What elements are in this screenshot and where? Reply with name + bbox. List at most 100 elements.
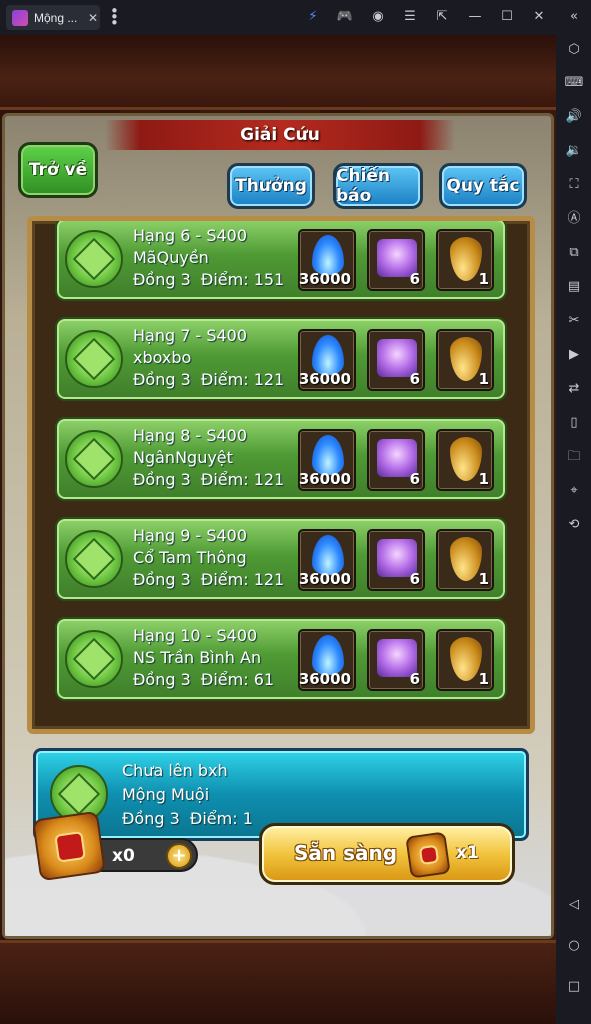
blue-flame-icon [312,235,344,275]
reward-drop-slot[interactable]: 1 [436,429,494,491]
tab-battle-report[interactable]: Chiến báo [333,163,423,209]
player-name: Cổ Tam Thông [133,548,247,567]
points-label: Điểm: [200,470,249,489]
folder-icon[interactable]: 🗀 [564,447,584,467]
reward-chest-count: 6 [409,370,420,388]
reward-chest-slot[interactable]: 6 [367,529,425,591]
tab-rewards[interactable]: Thưởng [227,163,315,209]
reward-drop-count: 1 [478,370,489,388]
tier-label: Đồng 3 [133,570,191,589]
ranking-row[interactable]: Hạng 9 - S400 Cổ Tam Thông Đồng 3 Điểm: … [55,517,507,601]
ready-label: Sẵn sàng [294,841,398,865]
reward-drop-slot[interactable]: 1 [436,229,494,291]
ranking-row[interactable]: Hạng 8 - S400 NgânNguyệt Đồng 3 Điểm: 12… [55,417,507,501]
ready-button[interactable]: Sẵn sàng x1 [259,823,515,885]
reward-flame-slot[interactable]: 36000 [298,229,356,291]
ranking-list[interactable]: Hạng 6 - S400 MãQuyền Đồng 3 Điểm: 151 3… [27,216,535,734]
rank-emblem-icon [65,330,123,388]
reward-chest-slot[interactable]: 6 [367,229,425,291]
ranking-row[interactable]: Hạng 7 - S400 xboxbo Đồng 3 Điểm: 121 36… [55,317,507,401]
tier-label: Đồng 3 [133,370,191,389]
emulator-sidebar: ⬡ ⌨ 🔊 🔉 ⛶ Ⓐ ⧉ ▤ ✂ ▶ ⇄ ▯ 🗀 ⌖ ⟲ ◁ ○ □ [556,35,591,1024]
more-options-icon[interactable]: • • • [110,4,119,31]
add-ticket-button[interactable]: + [166,843,192,869]
rank-label: Hạng 8 - S400 [133,426,248,445]
golden-drop-icon [450,637,482,681]
reward-chest-count: 6 [409,570,420,588]
rank-emblem-icon [65,630,123,688]
tab-rules[interactable]: Quy tắc [439,163,527,209]
close-icon[interactable]: ✕ [530,8,548,26]
golden-drop-icon [450,237,482,281]
player-name: MãQuyền [133,248,209,267]
fullscreen-icon[interactable]: ⛶ [564,175,584,195]
gamepad-icon[interactable]: 🎮 [336,8,354,26]
account-icon[interactable]: ◉ [369,8,387,26]
blue-flame-icon [312,635,344,675]
boost-icon[interactable]: ⚡ [304,8,322,26]
player-name: xboxbo [133,348,192,367]
golden-drop-icon [450,537,482,581]
points-label: Điểm: [200,270,249,289]
recents-nav-icon[interactable]: □ [564,977,584,997]
reward-drop-count: 1 [478,270,489,288]
player-name: NgânNguyệt [133,448,233,467]
ranking-info: Hạng 6 - S400 MãQuyền Đồng 3 Điểm: 151 [133,225,284,291]
self-points-value: 1 [242,809,253,828]
reward-flame-slot[interactable]: 36000 [298,529,356,591]
screenshot-icon[interactable]: ✂ [564,311,584,331]
reward-flame-slot[interactable]: 36000 [298,429,356,491]
settings-icon[interactable]: ⬡ [564,40,584,60]
record-icon[interactable]: ▶ [564,345,584,365]
multi-instance-icon[interactable]: ⧉ [564,243,584,263]
reward-chest-slot[interactable]: 6 [367,329,425,391]
reward-flame-slot[interactable]: 36000 [298,629,356,691]
reward-chest-slot[interactable]: 6 [367,629,425,691]
menu-icon[interactable]: ☰ [401,8,419,26]
points-value: 151 [253,270,285,289]
back-nav-icon[interactable]: ◁ [564,895,584,915]
reward-flame-slot[interactable]: 36000 [298,329,356,391]
reward-chest-slot[interactable]: 6 [367,429,425,491]
game-viewport: Giải Cứu Trở về Thưởng Chiến báo Quy tắc… [0,35,556,1024]
sync-icon[interactable]: ⇄ [564,379,584,399]
wall-decoration-top [0,35,556,110]
reward-drop-slot[interactable]: 1 [436,529,494,591]
minimize-icon[interactable]: — [466,8,484,26]
blue-flame-icon [312,335,344,375]
points-label: Điểm: [200,670,249,689]
rank-label: Hạng 7 - S400 [133,326,248,345]
self-ranking-info: Chưa lên bxh Mộng Muội Đồng 3 Điểm: 1 [122,759,253,831]
maximize-icon[interactable]: ☐ [498,8,516,26]
ranking-row[interactable]: Hạng 10 - S400 NS Trần Bình An Đồng 3 Đi… [55,617,507,701]
rotate-icon[interactable]: ⟲ [564,515,584,535]
reward-drop-slot[interactable]: 1 [436,329,494,391]
tab-close-icon[interactable]: ✕ [88,11,98,25]
reward-drop-count: 1 [478,670,489,688]
collapse-sidebar-icon[interactable]: « [565,8,583,26]
page-title: Giải Cứu [105,120,455,150]
auto-rotate-icon[interactable]: Ⓐ [564,209,584,229]
external-window-icon[interactable]: ⇱ [433,8,451,26]
ticket-gem-icon [32,810,106,882]
points-value: 121 [253,470,285,489]
reward-flame-count: 36000 [298,670,351,688]
ranking-row[interactable]: Hạng 6 - S400 MãQuyền Đồng 3 Điểm: 151 3… [55,221,507,301]
tab-title: Mộng ... [34,10,78,25]
keyboard-icon[interactable]: ⌨ [564,73,584,93]
rank-label: Hạng 6 - S400 [133,226,248,245]
volume-down-icon[interactable]: 🔉 [564,141,584,161]
reward-drop-slot[interactable]: 1 [436,629,494,691]
location-icon[interactable]: ⌖ [564,481,584,501]
points-label: Điểm: [200,370,249,389]
volume-up-icon[interactable]: 🔊 [564,107,584,127]
app-tab[interactable]: Mộng ... ✕ [6,5,100,30]
home-nav-icon[interactable]: ○ [564,936,584,956]
points-label: Điểm: [200,570,249,589]
apk-install-icon[interactable]: ▤ [564,277,584,297]
shake-icon[interactable]: ▯ [564,413,584,433]
blue-flame-icon [312,535,344,575]
back-button[interactable]: Trở về [18,142,98,198]
tier-label: Đồng 3 [133,470,191,489]
reward-chest-count: 6 [409,270,420,288]
